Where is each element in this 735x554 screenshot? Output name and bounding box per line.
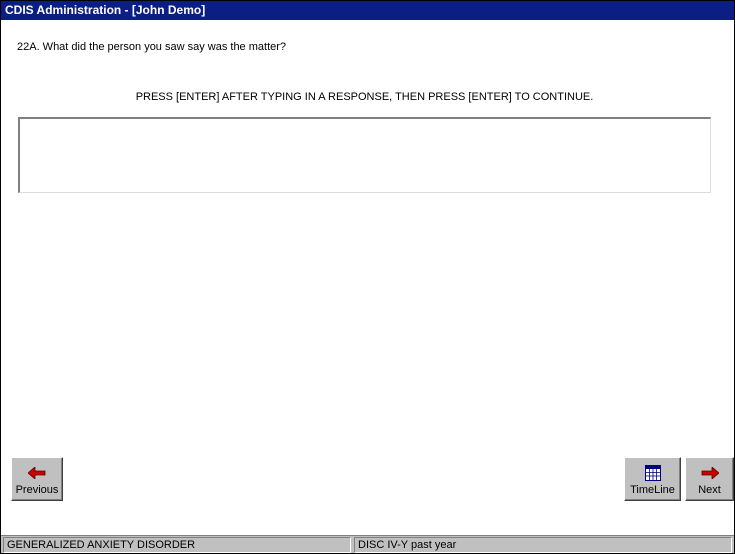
timeline-button[interactable]: TimeLine xyxy=(624,457,681,501)
response-input[interactable] xyxy=(18,117,711,193)
window-title: CDIS Administration - [John Demo] xyxy=(5,3,206,17)
next-button[interactable]: Next xyxy=(685,457,734,501)
status-section-name: GENERALIZED ANXIETY DISORDER xyxy=(3,537,351,553)
window-titlebar: CDIS Administration - [John Demo] xyxy=(1,1,734,20)
next-button-label: Next xyxy=(698,484,721,496)
previous-button[interactable]: Previous xyxy=(11,457,63,501)
previous-button-label: Previous xyxy=(15,484,59,496)
timeline-button-label: TimeLine xyxy=(630,484,675,496)
status-instrument-name: DISC IV-Y past year xyxy=(354,537,732,553)
calendar-grid-icon xyxy=(625,465,680,481)
instruction-text: PRESS [ENTER] AFTER TYPING IN A RESPONSE… xyxy=(135,91,594,103)
question-text: 22A. What did the person you saw say was… xyxy=(17,41,287,53)
arrow-left-icon xyxy=(12,465,62,481)
app-window: CDIS Administration - [John Demo] 22A. W… xyxy=(0,0,735,554)
arrow-right-icon xyxy=(686,465,733,481)
status-bar: GENERALIZED ANXIETY DISORDER DISC IV-Y p… xyxy=(1,535,734,553)
